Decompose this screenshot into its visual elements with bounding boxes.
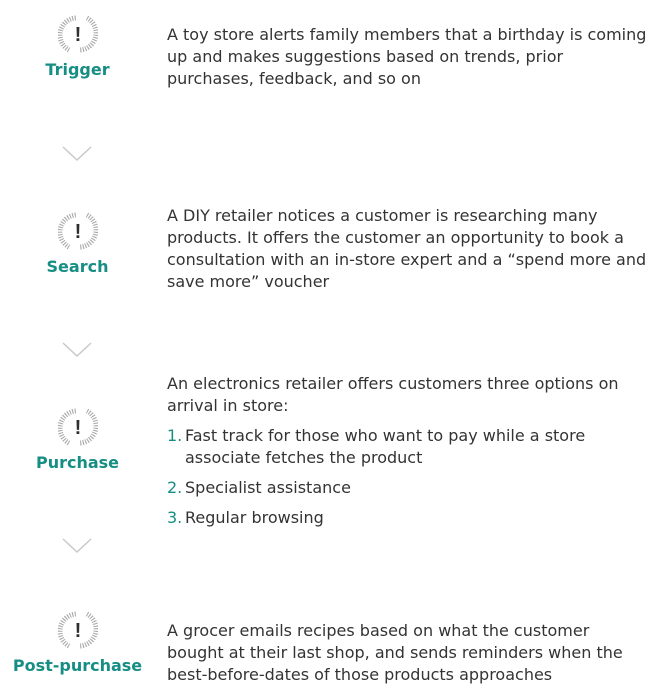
description-purchase: An electronics retailer offers customers… [167,373,647,537]
exclamation-mark: ! [74,221,81,243]
hatched-circle-exclamation-icon: ! [58,211,98,251]
description-text: A toy store alerts family members that a… [167,25,647,88]
list-item: 1. Fast track for those who want to pay … [167,425,647,469]
list-text: Fast track for those who want to pay whi… [185,426,586,467]
exclamation-mark: ! [74,417,81,439]
exclamation-mark: ! [74,24,81,46]
list-text: Specialist assistance [185,478,351,497]
stage-post-purchase: ! Post-purchase [0,610,155,675]
chevron-down-icon [62,538,92,554]
list-text: Regular browsing [185,508,324,527]
hatched-circle-exclamation-icon: ! [58,407,98,447]
list-item: 2. Specialist assistance [167,477,647,499]
description-text: A DIY retailer notices a customer is res… [167,206,647,291]
stage-label-purchase: Purchase [35,453,120,472]
list-number: 2. [167,478,183,497]
stage-label-trigger: Trigger [45,60,110,79]
description-post-purchase: A grocer emails recipes based on what th… [167,620,647,686]
hatched-circle-exclamation-icon: ! [58,14,98,54]
options-list: 1. Fast track for those who want to pay … [167,425,647,529]
list-number: 1. [167,426,183,445]
chevron-down-icon [62,342,92,358]
chevron-down-icon [62,146,92,162]
stage-search: ! Search [0,211,155,276]
list-item: 3. Regular browsing [167,507,647,529]
description-text: A grocer emails recipes based on what th… [167,621,623,684]
description-trigger: A toy store alerts family members that a… [167,24,647,90]
stage-label-post-purchase: Post-purchase [12,656,143,675]
hatched-circle-exclamation-icon: ! [58,610,98,650]
stage-trigger: ! Trigger [0,14,155,79]
exclamation-mark: ! [74,620,81,642]
description-search: A DIY retailer notices a customer is res… [167,205,647,293]
stage-purchase: ! Purchase [0,407,155,472]
description-text: An electronics retailer offers customers… [167,374,619,415]
stage-label-search: Search [46,257,109,276]
list-number: 3. [167,508,183,527]
